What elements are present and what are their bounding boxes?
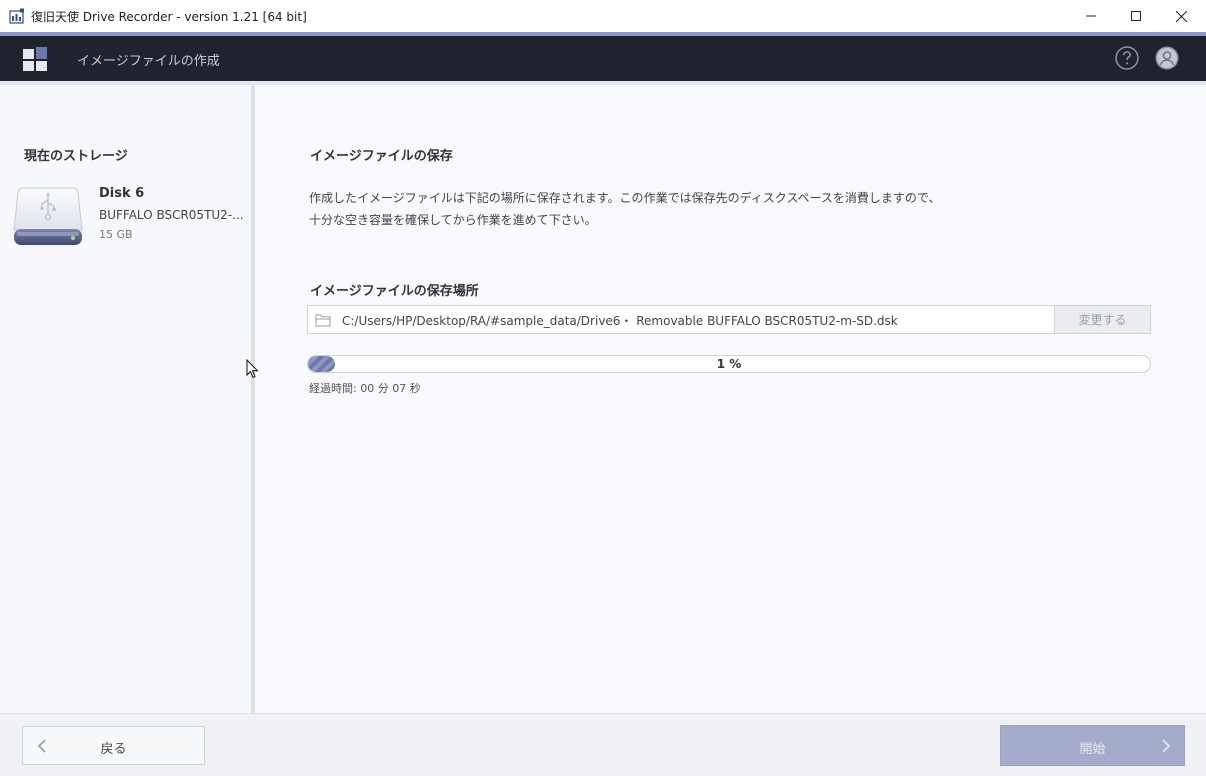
- storage-item-disk6[interactable]: Disk 6 BUFFALO BSCR05TU2-... 15 GB: [10, 181, 248, 251]
- app-header: イメージファイルの作成: [0, 36, 1206, 81]
- disk-model: BUFFALO BSCR05TU2-...: [99, 208, 244, 222]
- save-location-title: イメージファイルの保存場所: [310, 284, 479, 299]
- close-icon: [1175, 10, 1187, 22]
- grid-logo-icon[interactable]: [23, 47, 47, 71]
- folder-icon: [315, 314, 331, 327]
- description-line-2: 十分な空き容量を確保してから作業を進めて下さい。: [309, 213, 597, 227]
- sidebar-heading: 現在のストレージ: [24, 149, 128, 164]
- progress-label: 1 %: [716, 357, 742, 371]
- mouse-cursor-icon: [246, 359, 259, 379]
- close-button[interactable]: [1158, 0, 1204, 32]
- back-button[interactable]: 戻る: [22, 726, 205, 765]
- main-content: イメージファイルの保存 作成したイメージファイルは下記の場所に保存されます。この…: [255, 85, 1206, 713]
- start-button[interactable]: 開始: [1000, 725, 1185, 766]
- usb-drive-icon: [13, 187, 83, 245]
- app-icon: [9, 8, 24, 24]
- window-title: 復旧天使 Drive Recorder - version 1.21 [64 b…: [31, 10, 307, 24]
- help-icon[interactable]: [1115, 46, 1139, 70]
- back-label: 戻る: [100, 742, 127, 757]
- start-label: 開始: [1079, 742, 1106, 757]
- disk-name: Disk 6: [99, 186, 145, 201]
- minimize-button[interactable]: [1068, 0, 1114, 32]
- progress-bar: 1 %: [307, 355, 1151, 373]
- change-location-button[interactable]: 変更する: [1054, 305, 1151, 334]
- elapsed-time: 経過時間: 00 分 07 秒: [309, 382, 421, 395]
- save-path-text: C:/Users/HP/Desktop/RA/#sample_data/Driv…: [342, 314, 898, 328]
- description-line-1: 作成したイメージファイルは下記の場所に保存されます。この作業では保存先のディスク…: [309, 191, 941, 205]
- maximize-icon: [1131, 11, 1141, 21]
- chevron-right-icon: [1162, 739, 1171, 753]
- page-title: イメージファイルの作成: [77, 54, 220, 69]
- footer-bar: 戻る 開始: [0, 713, 1206, 776]
- sidebar: 現在のストレージ Disk 6 BUFFALO BSCR05TU2-... 15…: [0, 85, 251, 713]
- minimize-icon: [1086, 15, 1096, 17]
- save-path-field[interactable]: C:/Users/HP/Desktop/RA/#sample_data/Driv…: [307, 305, 1055, 334]
- save-section-title: イメージファイルの保存: [310, 149, 453, 164]
- maximize-button[interactable]: [1113, 0, 1159, 32]
- disk-size: 15 GB: [99, 228, 133, 241]
- title-bar: 復旧天使 Drive Recorder - version 1.21 [64 b…: [0, 0, 1206, 32]
- user-icon[interactable]: [1155, 46, 1179, 70]
